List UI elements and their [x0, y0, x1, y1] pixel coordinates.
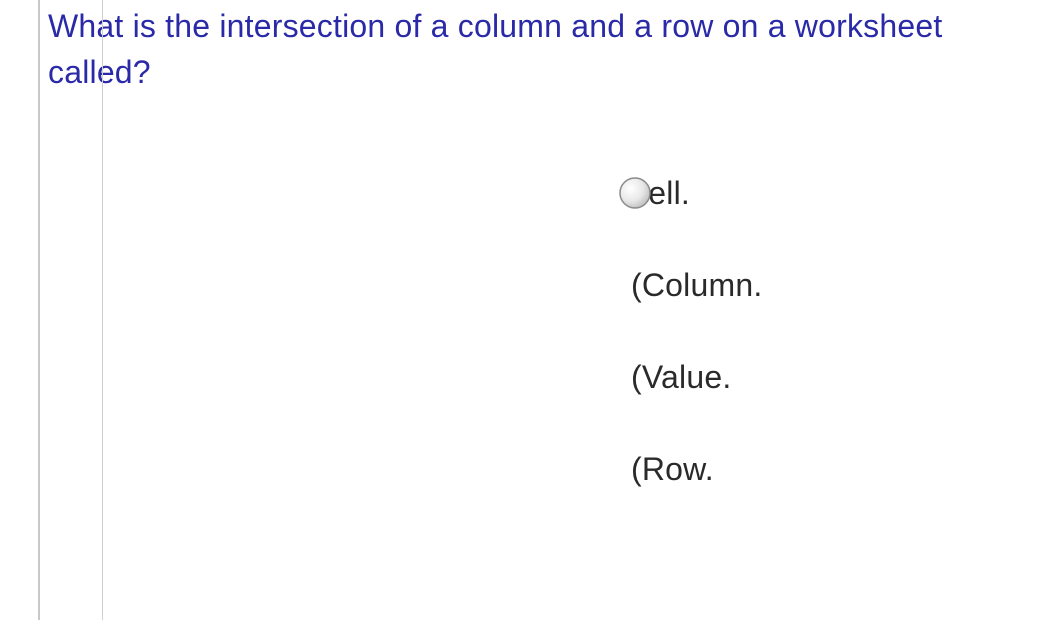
option-value[interactable]: (Value.: [618, 360, 1063, 394]
radio-icon[interactable]: [618, 452, 652, 486]
question-text: What is the intersection of a column and…: [40, 0, 1063, 96]
radio-icon[interactable]: [618, 176, 652, 210]
radio-icon[interactable]: [618, 360, 652, 394]
option-cell[interactable]: Cell.: [618, 176, 1063, 210]
left-gutter: [0, 0, 40, 620]
radio-icon[interactable]: [618, 268, 652, 302]
option-column[interactable]: (Column.: [618, 268, 1063, 302]
option-row-answer[interactable]: (Row.: [618, 452, 1063, 486]
options-list: Cell. (Column. (Value. (Row.: [618, 176, 1063, 486]
vertical-divider: [102, 0, 103, 620]
